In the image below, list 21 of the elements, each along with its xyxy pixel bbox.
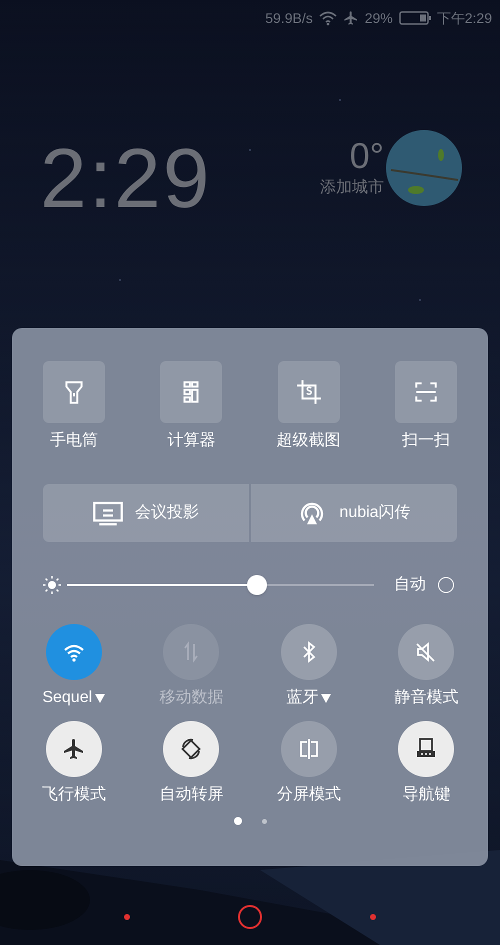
battery-percent: 29% <box>364 8 393 28</box>
toggle-label: 分屏模式 <box>276 784 341 805</box>
shortcut-label: 超级截图 <box>276 430 341 451</box>
toggle-label: 自动转屏 <box>159 785 224 805</box>
status-time: 下午2:29 <box>436 8 492 28</box>
lock-clock: 2:29 <box>40 136 212 220</box>
temperature: 0° <box>350 136 384 176</box>
quick-action-button[interactable]: 会议投影 <box>43 484 249 542</box>
network-speed: 59.9B/s <box>265 8 313 28</box>
toggle-label: 导航键 <box>402 784 450 805</box>
toggle-label: 蓝牙 <box>286 688 318 708</box>
shortcut-label: 手电筒 <box>50 430 98 451</box>
city-link[interactable]: 添加城市 <box>320 176 384 200</box>
toggle-label: 移动数据 <box>159 688 224 708</box>
shortcut-label: 计算器 <box>167 430 216 451</box>
auto-brightness-label: 自动 <box>394 575 426 595</box>
toggle-label: Sequel <box>42 688 92 708</box>
toggle-label: 静音模式 <box>394 688 458 708</box>
quick-action-button[interactable]: nubia闪传 <box>251 484 457 542</box>
shortcut-label: 扫一扫 <box>402 431 450 451</box>
toggle-label: 飞行模式 <box>42 784 106 805</box>
